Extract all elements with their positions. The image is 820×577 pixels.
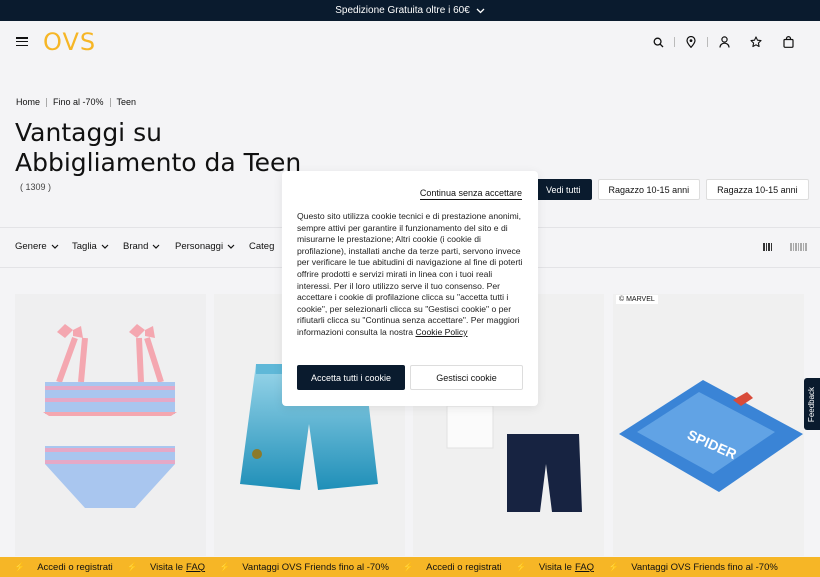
- ticker-text: Vantaggi OVS Friends fino al -70%: [242, 561, 389, 573]
- cookie-body: Questo sito utilizza cookie tecnici e di…: [297, 211, 523, 337]
- feedback-label: Feedback: [807, 386, 817, 422]
- continue-without-accepting-link[interactable]: Continua senza accettare: [419, 188, 522, 200]
- ticker-text: Visita le: [538, 561, 572, 573]
- bolt-icon: ⚡: [402, 561, 415, 572]
- header-actions: [642, 34, 804, 50]
- product-card[interactable]: SPIDER © MARVEL: [613, 294, 804, 556]
- bolt-icon: ⚡: [219, 561, 231, 572]
- promo-bar[interactable]: Spedizione Gratuita oltre i 60€: [0, 0, 820, 21]
- filter-genere[interactable]: Genere: [15, 241, 59, 252]
- chevron-down-icon: [227, 244, 235, 249]
- chevron-down-icon: [476, 6, 485, 16]
- grid-view-large-icon[interactable]: [763, 243, 772, 251]
- cookie-text: Questo sito utilizza cookie tecnici e di…: [297, 211, 525, 339]
- bolt-icon: ⚡: [607, 561, 620, 572]
- manage-cookies-button[interactable]: Gestisci cookie: [410, 365, 523, 390]
- bolt-icon: ⚡: [14, 561, 26, 572]
- bolt-icon: ⚡: [515, 561, 527, 572]
- chevron-down-icon: [51, 244, 59, 249]
- star-icon[interactable]: [740, 34, 772, 50]
- ticker-item[interactable]: ⚡ Accedi o registrati: [389, 562, 502, 573]
- cookie-banner: Continua senza accettare Questo sito uti…: [282, 171, 538, 406]
- ticker-text: Accedi o registrati: [426, 561, 502, 573]
- product-card[interactable]: [15, 294, 206, 556]
- filter-personaggi[interactable]: Personaggi: [175, 241, 235, 252]
- divider: [46, 97, 48, 107]
- ticker-text: Vantaggi OVS Friends fino al -70%: [631, 561, 778, 573]
- filter-categoria[interactable]: Categ: [249, 241, 274, 252]
- ticker-item[interactable]: ⚡ Vantaggi OVS Friends fino al -70%: [205, 562, 389, 573]
- page-title: Vantaggi su Abbigliamento da Teen: [15, 118, 302, 177]
- ticker-bar: ⚡ Accedi o registrati ⚡ Visita le FAQ ⚡ Vant…: [0, 557, 820, 577]
- breadcrumb-sale[interactable]: Fino al -70%: [53, 97, 104, 107]
- feedback-tab[interactable]: Feedback: [804, 378, 820, 430]
- filter-label: Personaggi: [175, 241, 224, 252]
- cookie-policy-link[interactable]: Cookie Policy: [415, 327, 467, 337]
- filter-label: Genere: [15, 241, 47, 252]
- category-chips: Vedi tutti Ragazzo 10-15 anni Ragazza 10…: [535, 179, 809, 200]
- grid-view-small-icon[interactable]: [790, 243, 807, 251]
- ticker-text: Visita le: [149, 561, 184, 573]
- filter-label: Categ: [249, 241, 275, 252]
- ticker-item[interactable]: ⚡ Visita le FAQ: [502, 562, 594, 573]
- faq-link[interactable]: FAQ: [575, 562, 594, 573]
- towel-image: SPIDER: [613, 294, 804, 556]
- bolt-icon: ⚡: [126, 561, 138, 572]
- ticker-item[interactable]: ⚡ Visita le FAQ: [113, 562, 205, 573]
- chip-all[interactable]: Vedi tutti: [535, 179, 592, 200]
- bag-icon[interactable]: [772, 34, 804, 50]
- ticker-text: Accedi o registrati: [37, 561, 113, 573]
- menu-icon[interactable]: [16, 37, 28, 46]
- user-icon[interactable]: [708, 34, 740, 50]
- bikini-image: [15, 294, 206, 556]
- divider: [109, 97, 111, 107]
- promo-text: Spedizione Gratuita oltre i 60€: [335, 5, 470, 16]
- location-icon[interactable]: [675, 34, 707, 50]
- accept-all-cookies-button[interactable]: Accetta tutti i cookie: [297, 365, 405, 390]
- ticker-item[interactable]: ⚡ Accedi o registrati: [0, 562, 113, 573]
- breadcrumb-home[interactable]: Home: [16, 97, 40, 107]
- site-header: OVS: [0, 21, 820, 63]
- chip-girls[interactable]: Ragazza 10-15 anni: [706, 179, 809, 200]
- ticker-item[interactable]: ⚡ Vantaggi OVS Friends fino al -70%: [594, 562, 778, 573]
- breadcrumb: Home Fino al -70% Teen: [16, 97, 136, 107]
- filter-label: Brand: [123, 241, 149, 252]
- chip-boys[interactable]: Ragazzo 10-15 anni: [597, 179, 701, 200]
- filter-taglia[interactable]: Taglia: [72, 241, 109, 252]
- filter-brand[interactable]: Brand: [123, 241, 160, 252]
- chevron-down-icon: [152, 244, 160, 249]
- license-badge: © MARVEL: [616, 295, 658, 304]
- chevron-down-icon: [101, 244, 109, 249]
- product-count: ( 1309 ): [20, 182, 52, 192]
- filter-label: Taglia: [72, 241, 97, 252]
- search-icon[interactable]: [642, 34, 674, 50]
- breadcrumb-current: Teen: [116, 97, 137, 107]
- faq-link[interactable]: FAQ: [186, 562, 205, 573]
- logo[interactable]: OVS: [43, 28, 96, 56]
